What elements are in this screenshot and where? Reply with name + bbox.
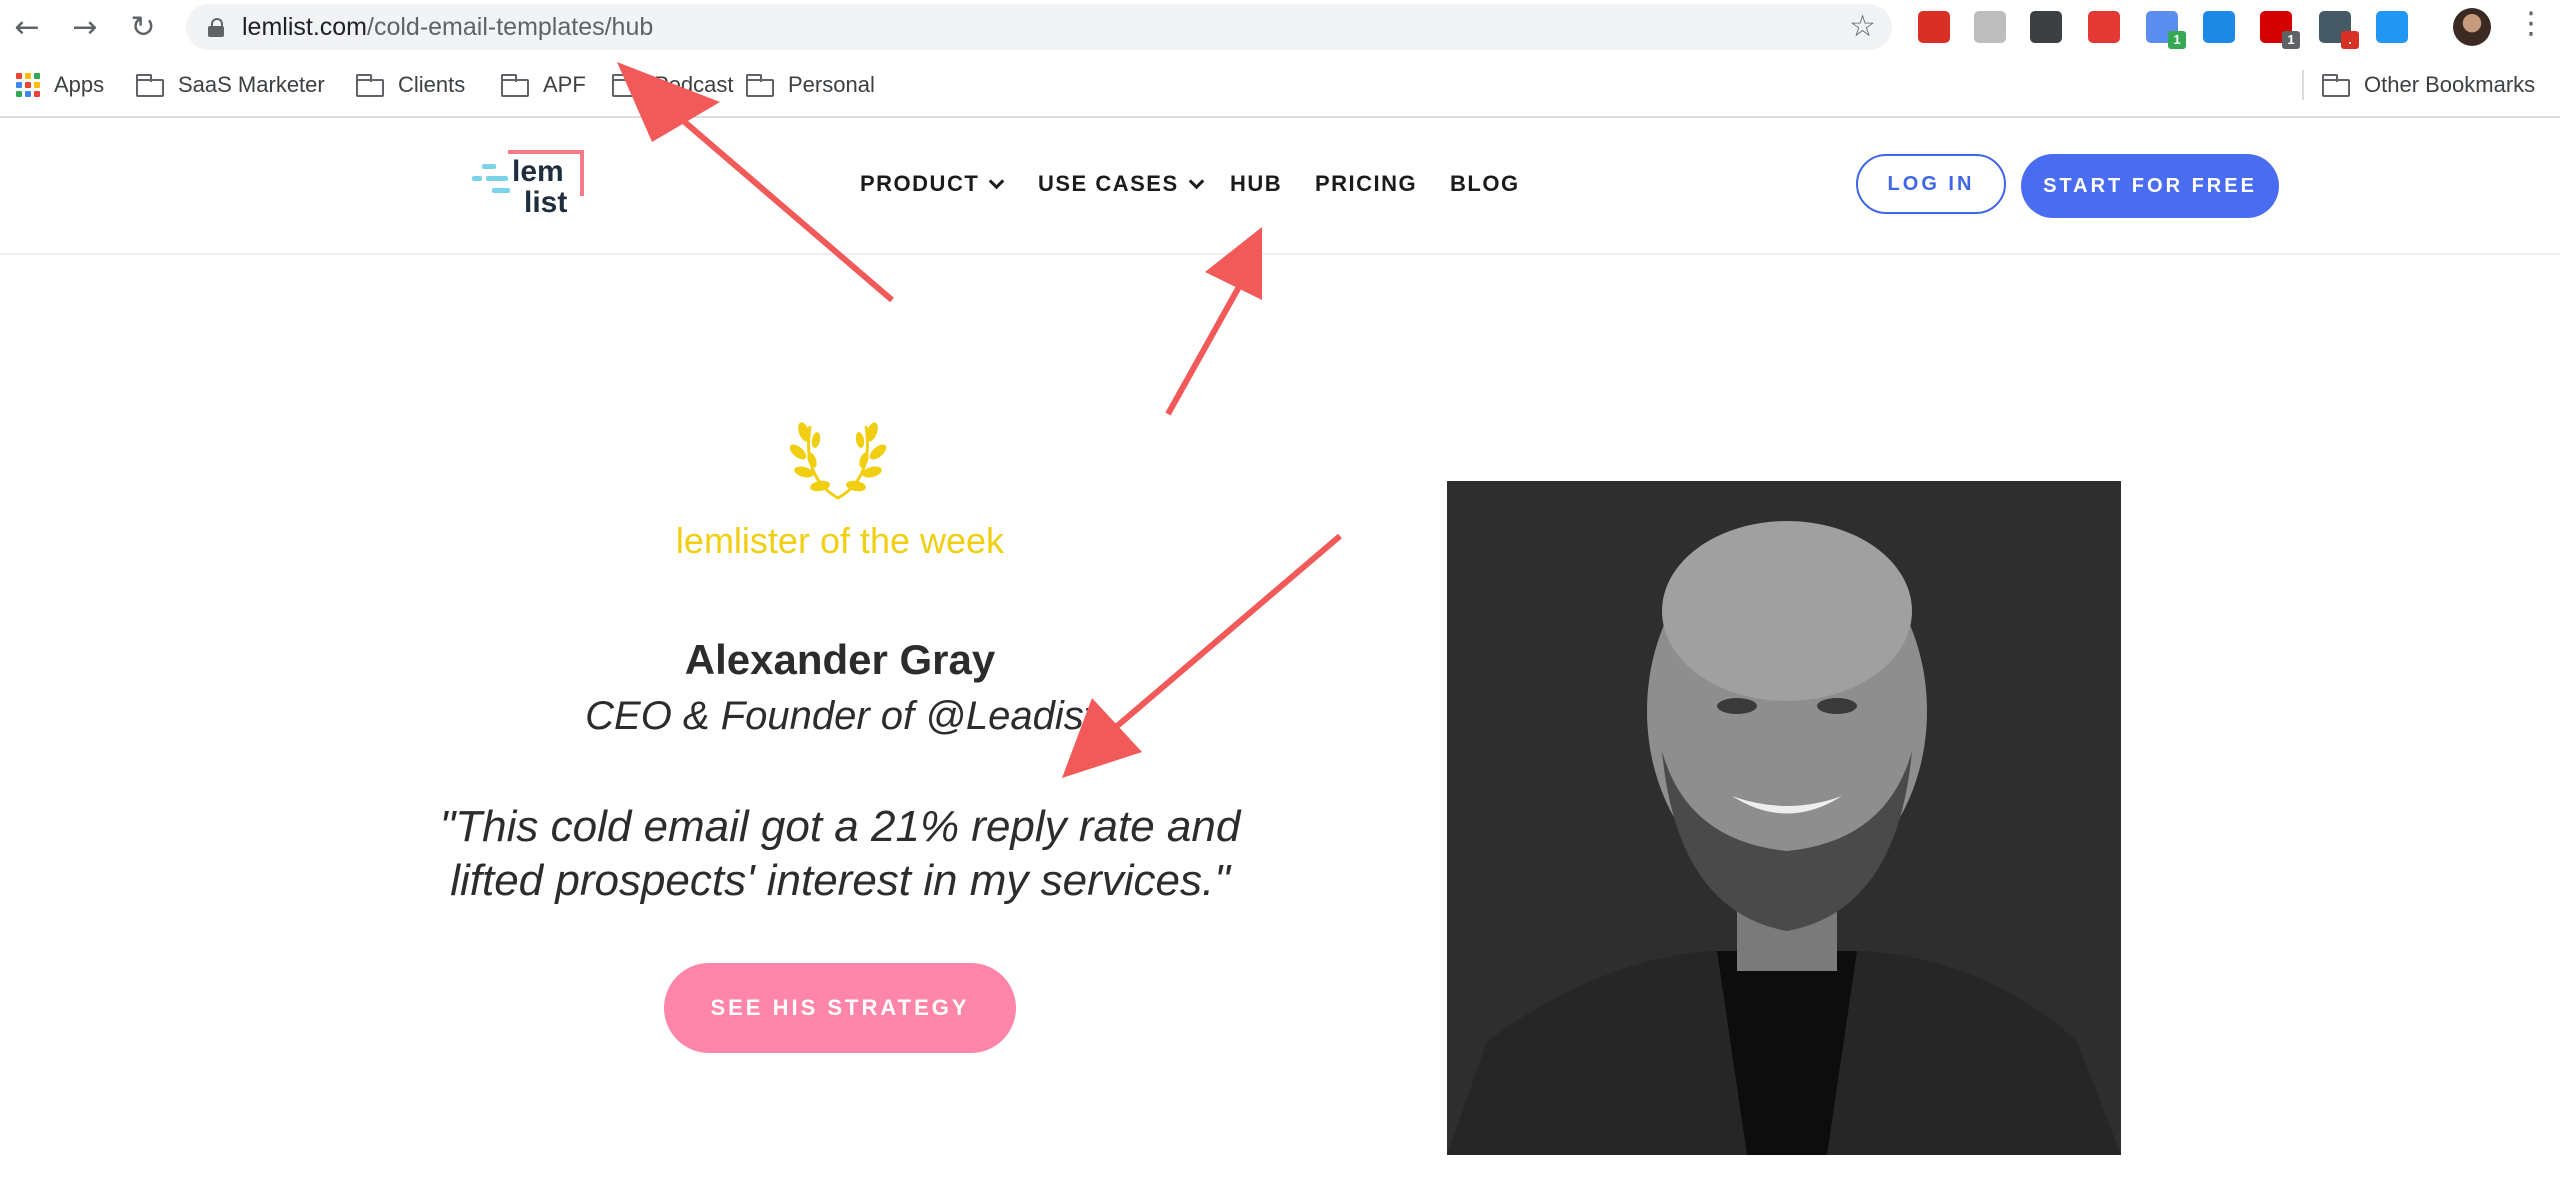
lemlist-logo[interactable]: lem list	[470, 150, 590, 226]
bookmark-personal[interactable]: Personal	[746, 68, 875, 102]
extension-eyedropper-icon[interactable]: .	[2319, 11, 2359, 49]
person-name: Alexander Gray	[684, 636, 996, 683]
extension-red-icon[interactable]	[1918, 11, 1950, 43]
extension-blue-icon[interactable]	[2203, 11, 2235, 43]
chrome-menu-icon[interactable]: ⋮	[2516, 6, 2546, 41]
url-text[interactable]: lemlist.com/cold-email-templates/hub	[242, 4, 653, 50]
bookmark-clients[interactable]: Clients	[356, 68, 465, 102]
bookmark-star-icon[interactable]: ☆	[1849, 9, 1876, 44]
folder-icon	[612, 74, 640, 97]
forward-arrow-icon[interactable]: →	[68, 10, 102, 45]
laurel-wreath-icon	[790, 422, 886, 500]
folder-icon	[356, 74, 384, 97]
nav-use-cases-label: USE CASES	[1038, 171, 1179, 196]
bookmark-label: Clients	[398, 72, 466, 97]
chevron-down-icon	[989, 173, 1005, 189]
bookmarks-divider	[2302, 70, 2304, 100]
extension-m-icon[interactable]	[2030, 11, 2062, 43]
bookmark-label: APF	[543, 72, 586, 97]
extension-clipboard-icon[interactable]	[1974, 11, 2006, 43]
bookmark-podcast[interactable]: Podcast	[612, 68, 734, 102]
browser-toolbar: ← → ↻ lemlist.com/cold-email-templates/h…	[0, 0, 2560, 54]
extension-code-icon[interactable]: 1	[2146, 11, 2186, 49]
logo-text-bottom: list	[524, 186, 568, 219]
address-bar[interactable]: lemlist.com/cold-email-templates/hub ☆	[186, 4, 1892, 50]
folder-icon	[136, 74, 164, 97]
logo-bar	[472, 176, 482, 181]
login-button[interactable]: LOG IN	[1856, 154, 2006, 214]
bookmark-other-label: Other Bookmarks	[2364, 72, 2536, 97]
nav-pricing-label: PRICING	[1315, 171, 1418, 196]
logo-bar	[482, 164, 496, 169]
chevron-down-icon	[1188, 173, 1204, 189]
bookmark-apps-label: Apps	[54, 72, 105, 97]
lemlister-of-the-week-title: lemlister of the week	[675, 520, 1005, 561]
reload-icon[interactable]: ↻	[126, 10, 160, 45]
extension-badge: 1	[2282, 31, 2300, 49]
nav-hub[interactable]: HUB	[1230, 164, 1282, 204]
quote-line: "This cold email got a 21% reply rate an…	[439, 802, 1241, 851]
back-arrow-icon[interactable]: ←	[10, 10, 44, 45]
nav-product[interactable]: PRODUCT	[860, 164, 1005, 204]
bookmark-apf[interactable]: APF	[501, 68, 586, 102]
start-for-free-button[interactable]: START FOR FREE	[2021, 154, 2279, 218]
testimonial-quote: "This cold email got a 21% reply rate an…	[420, 800, 1260, 908]
quote-line: lifted prospects' interest in my service…	[450, 856, 1230, 905]
logo-text-top: lem	[512, 155, 564, 188]
url-path: /cold-email-templates/hub	[367, 13, 654, 41]
nav-blog-label: BLOG	[1450, 171, 1520, 196]
extension-cart-icon[interactable]	[2088, 11, 2120, 43]
extension-opera-icon[interactable]: 1	[2260, 11, 2300, 49]
lock-icon	[208, 18, 224, 37]
folder-icon	[746, 74, 774, 97]
folder-icon	[2322, 74, 2350, 97]
nav-use-cases[interactable]: USE CASES	[1038, 164, 1204, 204]
extension-badge: 1	[2168, 31, 2186, 49]
bookmark-other[interactable]: Other Bookmarks	[2322, 68, 2535, 102]
extension-drop-icon[interactable]	[2376, 11, 2408, 43]
bookmark-label: SaaS Marketer	[178, 72, 325, 97]
portrait-photo	[1447, 481, 2121, 1155]
nav-hub-label: HUB	[1230, 171, 1283, 196]
extension-badge: .	[2341, 31, 2359, 49]
logo-bar	[486, 176, 508, 181]
apps-grid-icon	[16, 73, 40, 97]
profile-avatar[interactable]	[2453, 8, 2491, 46]
bookmark-label: Personal	[788, 72, 875, 97]
folder-icon	[501, 74, 529, 97]
person-role: CEO & Founder of @Leadist	[585, 694, 1095, 738]
url-domain: lemlist.com	[242, 13, 368, 41]
bookmark-apps[interactable]: Apps	[16, 68, 104, 102]
bookmarks-bar: Apps SaaS Marketer Clients APF Podcast P…	[0, 54, 2560, 118]
nav-pricing[interactable]: PRICING	[1315, 164, 1417, 204]
bookmark-saas-marketer[interactable]: SaaS Marketer	[136, 68, 325, 102]
nav-blog[interactable]: BLOG	[1450, 164, 1520, 204]
nav-product-label: PRODUCT	[860, 171, 980, 196]
bookmark-label: Podcast	[654, 72, 734, 97]
see-his-strategy-button[interactable]: SEE HIS STRATEGY	[664, 963, 1016, 1053]
